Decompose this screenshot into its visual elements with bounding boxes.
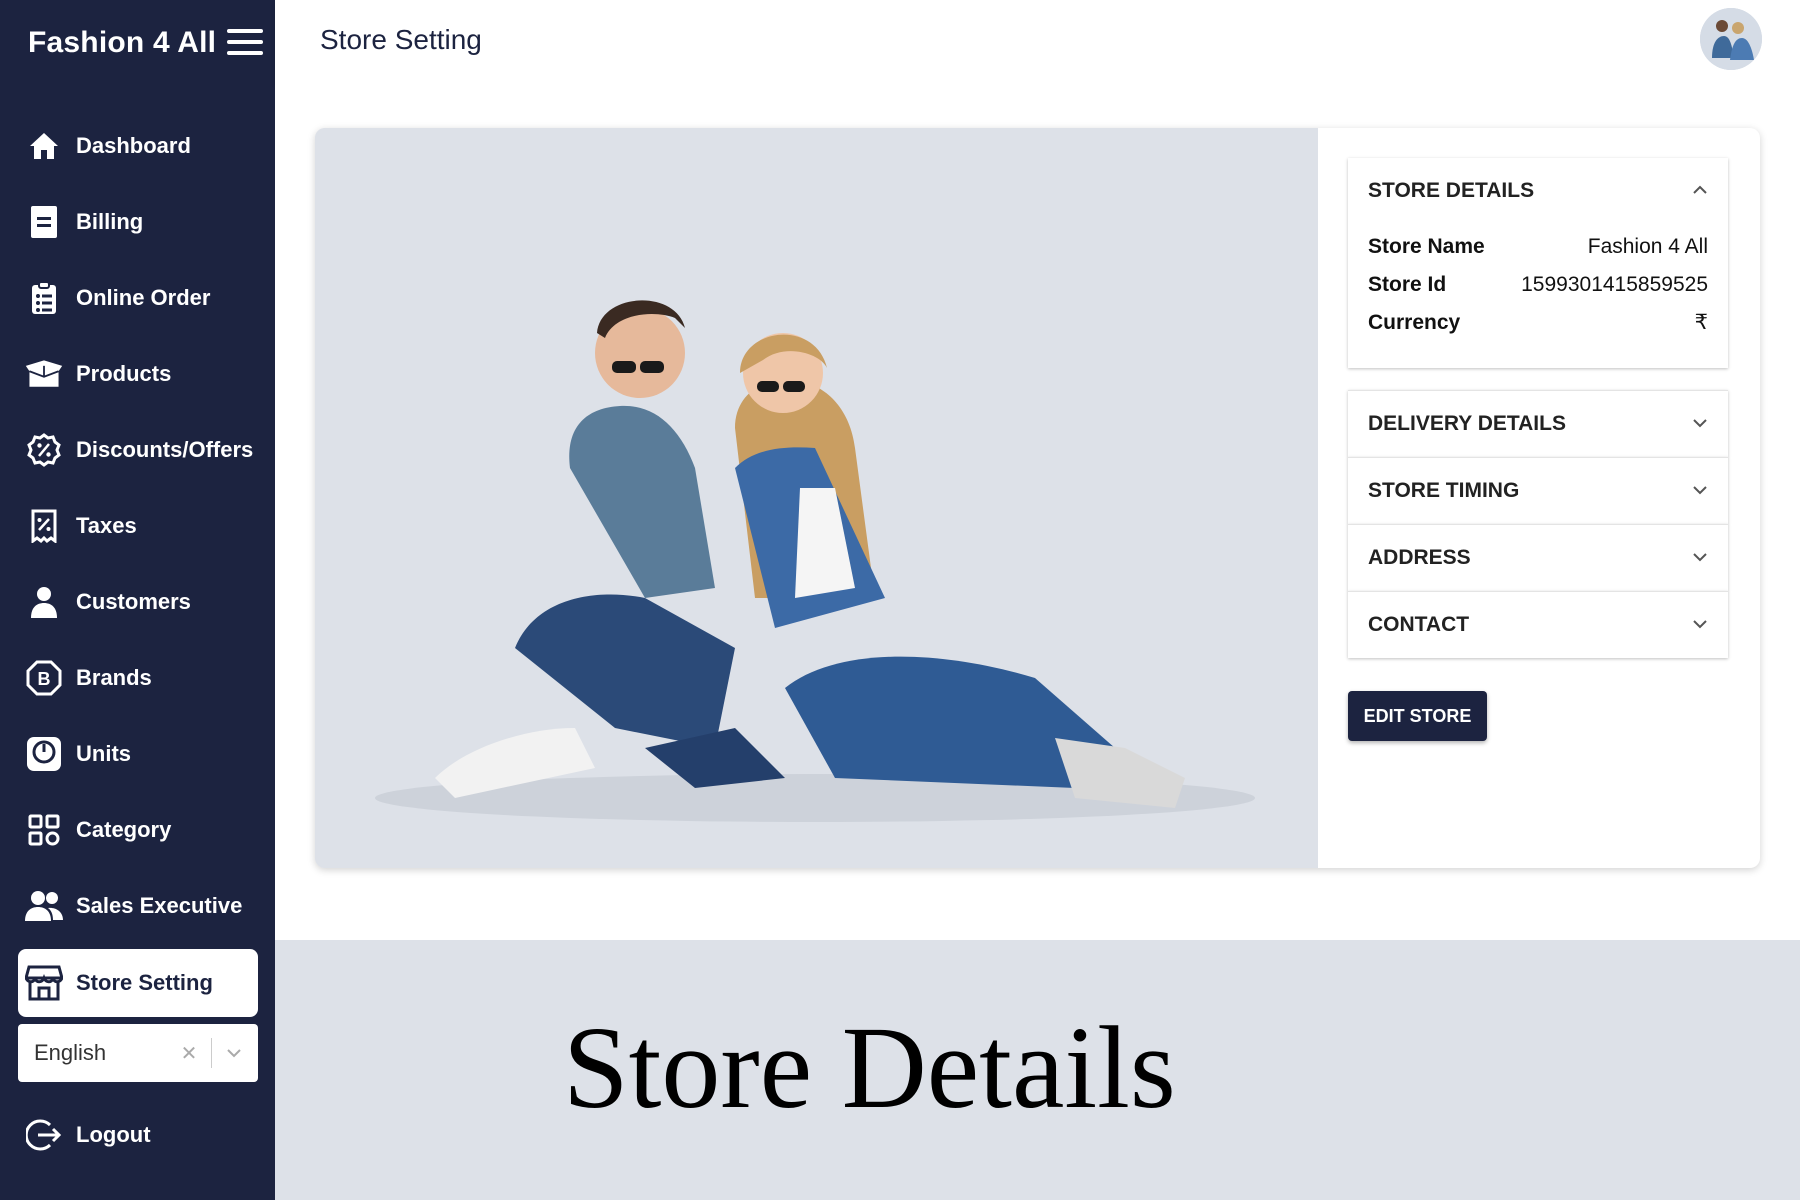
sidebar-item-label: Customers <box>76 589 191 614</box>
language-select[interactable]: English ✕ <box>18 1024 258 1082</box>
caption-text: Store Details <box>563 1002 1176 1133</box>
accordion-title: STORE TIMING <box>1368 479 1520 502</box>
sidebar-item-dashboard[interactable]: Dashboard <box>18 113 258 179</box>
sidebar-item-label: Store Setting <box>76 970 213 995</box>
detail-row: Currency ₹ <box>1368 304 1708 342</box>
select-divider <box>211 1038 212 1068</box>
store-icon <box>24 963 64 1003</box>
accordion-store-timing[interactable]: STORE TIMING <box>1348 457 1728 524</box>
brand-icon: B <box>24 658 64 698</box>
store-card: STORE DETAILS Store Name Fashion 4 All S… <box>315 128 1760 868</box>
main-content: STORE DETAILS Store Name Fashion 4 All S… <box>275 84 1800 930</box>
sidebar-item-label: Brands <box>76 665 152 690</box>
sidebar-item-label: Taxes <box>76 513 137 538</box>
sidebar-item-sales-executive[interactable]: Sales Executive <box>18 873 258 939</box>
sidebar-item-units[interactable]: Units <box>18 721 258 787</box>
top-header: Store Setting <box>275 0 1800 84</box>
chevron-down-icon <box>1692 482 1708 500</box>
accordion-delivery-details[interactable]: DELIVERY DETAILS <box>1348 390 1728 457</box>
scale-icon <box>24 734 64 774</box>
sidebar: Fashion 4 All Dashboard Billing Online O… <box>0 0 275 1200</box>
accordion-header-store-timing[interactable]: STORE TIMING <box>1348 458 1728 524</box>
sidebar-item-discounts[interactable]: Discounts/Offers <box>18 417 258 483</box>
clipboard-icon <box>24 278 64 318</box>
sidebar-item-products[interactable]: Products <box>18 341 258 407</box>
sidebar-item-label: Units <box>76 741 131 766</box>
sidebar-item-label: Online Order <box>76 285 211 310</box>
sidebar-item-label: Dashboard <box>76 133 191 158</box>
brand-name: Fashion 4 All <box>28 26 217 59</box>
detail-value: 1599301415859525 <box>1521 273 1708 296</box>
accordion-body-store-details: Store Name Fashion 4 All Store Id 159930… <box>1348 224 1728 368</box>
sidebar-item-label: Billing <box>76 209 144 234</box>
store-details-panel: STORE DETAILS Store Name Fashion 4 All S… <box>1348 158 1728 658</box>
accordion-title: ADDRESS <box>1368 546 1471 569</box>
sidebar-item-store-setting[interactable]: Store Setting <box>18 949 258 1017</box>
billing-icon <box>24 202 64 242</box>
sidebar-item-label: Products <box>76 361 172 386</box>
chevron-down-icon[interactable] <box>222 1048 246 1058</box>
sidebar-item-taxes[interactable]: Taxes <box>18 493 258 559</box>
sidebar-item-billing[interactable]: Billing <box>18 189 258 255</box>
home-icon <box>24 126 64 166</box>
store-hero-image <box>315 128 1318 868</box>
logout-icon <box>24 1115 64 1155</box>
accordion-title: STORE DETAILS <box>1368 179 1535 202</box>
grid-icon <box>24 810 64 850</box>
language-value: English <box>34 1040 107 1065</box>
detail-value: ₹ <box>1694 311 1708 334</box>
chevron-up-icon <box>1692 182 1708 200</box>
sidebar-item-category[interactable]: Category <box>18 797 258 863</box>
chevron-down-icon <box>1692 549 1708 567</box>
accordion-contact[interactable]: CONTACT <box>1348 591 1728 658</box>
accordion-header-contact[interactable]: CONTACT <box>1348 592 1728 658</box>
accordion-address[interactable]: ADDRESS <box>1348 524 1728 591</box>
sidebar-item-label: Category <box>76 817 172 842</box>
sidebar-item-customers[interactable]: Customers <box>18 569 258 635</box>
accordion-header-address[interactable]: ADDRESS <box>1348 525 1728 591</box>
box-icon <box>24 354 64 394</box>
caption-band: Store Details <box>275 940 1800 1200</box>
sidebar-item-brands[interactable]: B Brands <box>18 645 258 711</box>
clear-icon[interactable]: ✕ <box>177 1041 201 1066</box>
accordion-store-details: STORE DETAILS Store Name Fashion 4 All S… <box>1348 158 1728 368</box>
menu-icon[interactable] <box>227 27 263 57</box>
detail-row: Store Name Fashion 4 All <box>1368 228 1708 266</box>
detail-value: Fashion 4 All <box>1587 235 1708 258</box>
detail-key: Currency <box>1368 311 1461 334</box>
chevron-down-icon <box>1692 616 1708 634</box>
avatar[interactable] <box>1700 8 1762 70</box>
receipt-icon <box>24 506 64 546</box>
sidebar-item-label: Sales Executive <box>76 893 243 918</box>
sidebar-item-label: Discounts/Offers <box>76 437 254 462</box>
discount-icon <box>24 430 64 470</box>
accordion-title: DELIVERY DETAILS <box>1368 412 1566 435</box>
detail-row: Store Id 1599301415859525 <box>1368 266 1708 304</box>
people-icon <box>24 886 64 926</box>
brand-row: Fashion 4 All <box>0 0 275 90</box>
detail-key: Store Name <box>1368 235 1485 258</box>
accordion-title: CONTACT <box>1368 613 1470 636</box>
accordion-header-store-details[interactable]: STORE DETAILS <box>1348 158 1728 224</box>
svg-text:B: B <box>38 669 51 689</box>
edit-store-button[interactable]: EDIT STORE <box>1348 691 1487 741</box>
accordion-header-delivery-details[interactable]: DELIVERY DETAILS <box>1348 391 1728 457</box>
person-icon <box>24 582 64 622</box>
page-title: Store Setting <box>320 24 482 55</box>
detail-key: Store Id <box>1368 273 1447 296</box>
sidebar-item-online-order[interactable]: Online Order <box>18 265 258 331</box>
logout-button[interactable]: Logout <box>18 1102 258 1168</box>
chevron-down-icon <box>1692 415 1708 433</box>
logout-label: Logout <box>76 1122 151 1147</box>
